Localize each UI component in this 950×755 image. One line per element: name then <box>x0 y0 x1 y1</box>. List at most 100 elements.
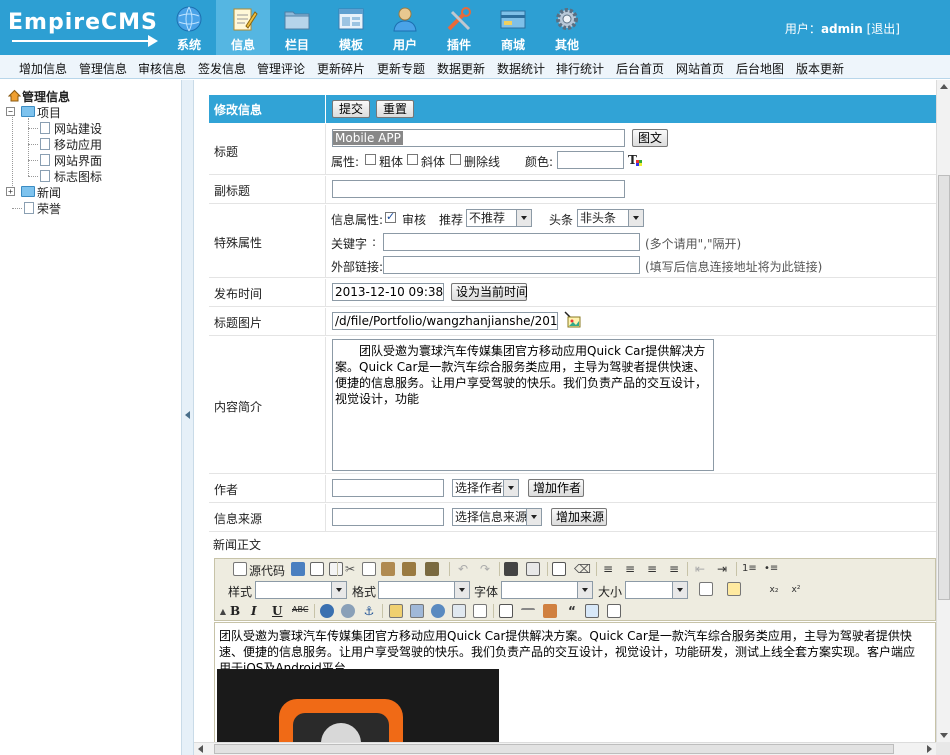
redo-icon[interactable]: ↷ <box>478 562 492 576</box>
image-browse-icon[interactable] <box>564 311 582 329</box>
italic-checkbox[interactable] <box>407 154 418 165</box>
submenu-site-home[interactable]: 网站首页 <box>676 60 724 77</box>
media-icon[interactable] <box>452 604 466 618</box>
submenu-rank-stats[interactable]: 排行统计 <box>556 60 604 77</box>
empirecms-logo[interactable]: EmpireCMS <box>8 8 158 48</box>
submenu-manage-info[interactable]: 管理信息 <box>79 60 127 77</box>
source-select[interactable]: 选择信息来源 <box>452 508 542 526</box>
source-code-button[interactable]: 源代码 <box>249 562 285 579</box>
nav-system[interactable]: 系统 <box>162 0 216 55</box>
anchor-icon[interactable]: ⚓ <box>362 604 376 618</box>
preview-icon[interactable] <box>310 562 324 576</box>
color-input[interactable] <box>557 151 624 169</box>
toolbar-collapse-icon[interactable]: ▲ <box>216 605 230 619</box>
strike-button[interactable]: ABC <box>292 605 308 614</box>
submenu-data-update[interactable]: 数据更新 <box>437 60 485 77</box>
strike-checkbox[interactable] <box>450 154 461 165</box>
vertical-scrollbar[interactable] <box>936 80 950 742</box>
undo-icon[interactable]: ↶ <box>456 562 470 576</box>
paste-icon[interactable] <box>381 562 395 576</box>
review-checkbox[interactable] <box>385 210 396 223</box>
nav-plugin[interactable]: 插件 <box>432 0 486 55</box>
special-char-icon[interactable]: “ <box>565 604 579 618</box>
subtitle-input[interactable] <box>332 180 625 198</box>
recommend-select[interactable]: 不推荐 <box>466 209 532 227</box>
submenu-data-stats[interactable]: 数据统计 <box>497 60 545 77</box>
reset-button[interactable]: 重置 <box>376 100 414 118</box>
template-icon[interactable] <box>329 562 343 576</box>
horizontal-scrollbar[interactable] <box>194 742 936 755</box>
align-center-icon[interactable]: ≡ <box>623 562 637 576</box>
table-icon[interactable] <box>499 604 513 618</box>
submenu-admin-map[interactable]: 后台地图 <box>736 60 784 77</box>
multi-image-icon[interactable] <box>410 604 424 618</box>
nav-template[interactable]: 模板 <box>324 0 378 55</box>
image-icon[interactable] <box>389 604 403 618</box>
headline-select[interactable]: 非头条 <box>577 209 644 227</box>
source-code-icon[interactable] <box>233 562 247 576</box>
italic-button[interactable]: I <box>251 604 257 618</box>
bullet-list-icon[interactable]: •≡ <box>764 562 778 576</box>
source-input[interactable] <box>332 508 444 526</box>
nav-column[interactable]: 栏目 <box>270 0 324 55</box>
iframe-icon[interactable] <box>607 604 621 618</box>
indent-icon[interactable]: ⇥ <box>715 562 729 576</box>
submenu-review-info[interactable]: 审核信息 <box>138 60 186 77</box>
copy-icon[interactable] <box>362 562 376 576</box>
eraser-icon[interactable]: ⌫ <box>574 562 591 576</box>
select-all-icon[interactable] <box>552 562 566 576</box>
submenu-update-fragments[interactable]: 更新碎片 <box>317 60 365 77</box>
superscript-icon[interactable]: x² <box>789 583 803 597</box>
background-color-icon[interactable] <box>727 582 741 596</box>
tree-node-web-ui[interactable]: 网站界面 <box>28 152 178 168</box>
keywords-input[interactable] <box>383 233 640 251</box>
bold-button[interactable]: B <box>230 604 240 618</box>
submenu-add-info[interactable]: 增加信息 <box>19 60 67 77</box>
flash-icon[interactable] <box>431 604 445 618</box>
tree-node-honor[interactable]: 荣誉 <box>12 200 182 216</box>
text-color-icon[interactable] <box>699 582 713 596</box>
page-break-icon[interactable] <box>585 604 599 618</box>
title-input[interactable]: Mobile APP <box>332 129 625 147</box>
set-current-time-button[interactable]: 设为当前时间 <box>451 283 528 301</box>
size-select[interactable] <box>625 581 688 599</box>
format-select[interactable] <box>378 581 470 599</box>
paste-text-icon[interactable] <box>402 562 416 576</box>
nav-user[interactable]: 用户 <box>378 0 432 55</box>
submenu-sign-info[interactable]: 签发信息 <box>198 60 246 77</box>
tree-node-project[interactable]: − 项目 <box>6 104 176 120</box>
logout-link[interactable]: [退出] <box>867 22 900 36</box>
align-left-icon[interactable]: ≡ <box>601 562 615 576</box>
unlink-icon[interactable] <box>341 604 355 618</box>
scroll-thumb[interactable] <box>938 175 950 600</box>
author-input[interactable] <box>332 479 444 497</box>
color-picker-icon[interactable]: T <box>628 152 644 168</box>
scroll-thumb[interactable] <box>214 744 894 754</box>
nav-info[interactable]: 信息 <box>216 0 270 55</box>
font-select[interactable] <box>501 581 593 599</box>
tree-node-web-build[interactable]: 网站建设 <box>28 120 178 136</box>
align-justify-icon[interactable]: ≡ <box>667 562 681 576</box>
underline-button[interactable]: U <box>272 604 282 618</box>
find-icon[interactable] <box>504 562 518 576</box>
publish-time-input[interactable]: 2013-12-10 09:38:36 <box>332 283 444 301</box>
editor-content-area[interactable]: 团队受邀为寰球汽车传媒集团官方移动应用Quick Car提供解决方案。Quick… <box>214 622 936 742</box>
scroll-left-icon[interactable] <box>198 745 203 753</box>
smiley-icon[interactable] <box>543 604 557 618</box>
save-icon[interactable] <box>291 562 305 576</box>
paste-word-icon[interactable] <box>425 562 439 576</box>
tree-node-news[interactable]: + 新闻 <box>6 184 176 200</box>
tree-node-mobile-app[interactable]: 移动应用 <box>28 136 178 152</box>
scroll-down-icon[interactable] <box>940 733 948 738</box>
submenu-admin-home[interactable]: 后台首页 <box>616 60 664 77</box>
link-icon[interactable] <box>320 604 334 618</box>
numbered-list-icon[interactable]: 1≡ <box>742 562 757 576</box>
title-font-button[interactable]: 图文 <box>632 129 668 147</box>
submit-button[interactable]: 提交 <box>332 100 370 118</box>
summary-textarea[interactable]: 团队受邀为寰球汽车传媒集团官方移动应用Quick Car提供解决方案。Quick… <box>332 339 714 471</box>
cut-icon[interactable]: ✂ <box>343 562 357 576</box>
replace-icon[interactable] <box>526 562 540 576</box>
add-source-button[interactable]: 增加来源 <box>551 508 607 526</box>
submenu-update-topics[interactable]: 更新专题 <box>377 60 425 77</box>
tree-node-logo-icon[interactable]: 标志图标 <box>28 168 178 184</box>
